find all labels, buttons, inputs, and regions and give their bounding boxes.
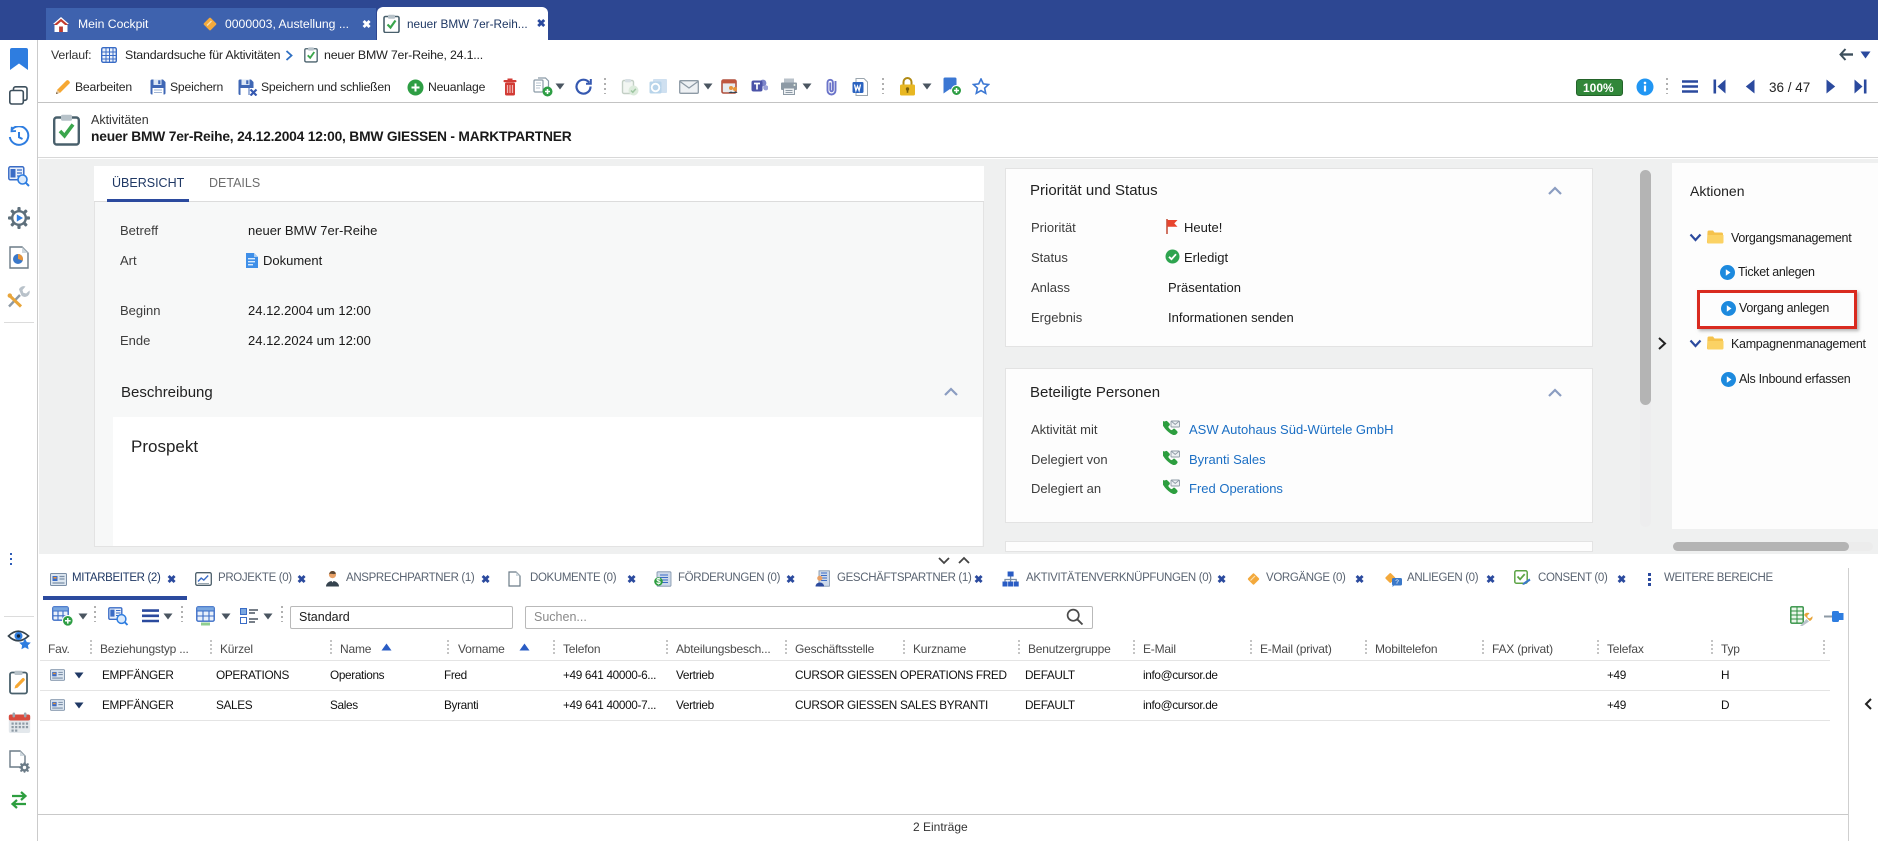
svg-text:?: ? <box>1395 579 1399 586</box>
svg-text:$: $ <box>656 577 661 586</box>
